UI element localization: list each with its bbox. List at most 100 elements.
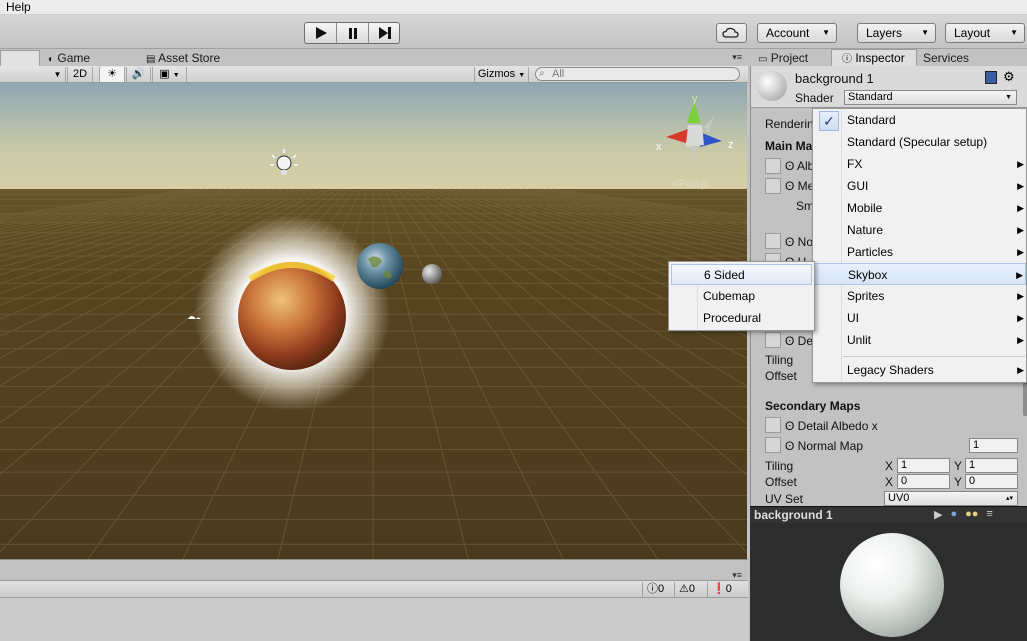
offset-x-field[interactable]: 0 (897, 474, 950, 489)
pause-button[interactable] (337, 23, 369, 43)
message-count-toggle[interactable]: ❗0 (707, 582, 741, 597)
rendering-mode-label: Renderin (765, 117, 814, 131)
detail-albedo-slot[interactable] (765, 417, 781, 433)
menu-item-label: Legacy Shaders (847, 363, 934, 377)
sphere-icon[interactable]: ● (950, 508, 957, 522)
play-icon[interactable]: ▶ (934, 508, 942, 522)
tab-inspector[interactable]: ⓘ Inspector (831, 49, 917, 66)
tiling-x-field[interactable]: 1 (897, 458, 950, 473)
detail-mask-slot[interactable] (765, 332, 781, 348)
menu-help[interactable]: Help (6, 0, 31, 14)
tab-scene[interactable] (0, 50, 40, 66)
scene-canvas: y x z <Persp (0, 83, 747, 559)
gear-icon[interactable]: ⚙ (1003, 69, 1015, 85)
error-icon: ❗ (712, 583, 726, 595)
skybox-item-6-sided[interactable]: 6 Sided (671, 264, 812, 285)
toggle-2d-button[interactable]: 2D (67, 67, 93, 82)
step-icon (379, 27, 391, 39)
play-icon (316, 27, 327, 39)
normal-map-slot[interactable] (765, 437, 781, 453)
chevron-down-icon: ▼ (822, 28, 830, 37)
menu-item-label: GUI (847, 179, 869, 193)
step-button[interactable] (369, 23, 401, 43)
effects-dropdown[interactable]: ▣ ▼ (152, 67, 187, 82)
normal-map-scale-field[interactable]: 1 (969, 438, 1018, 453)
cloud-button[interactable] (716, 23, 747, 43)
material-preview[interactable] (750, 523, 1027, 641)
metallic-texture-slot[interactable] (765, 178, 781, 194)
warning-count: 0 (688, 583, 695, 595)
shader-menu-item-nature[interactable]: Nature ▶ (813, 219, 1026, 241)
store-icon: ▤ (146, 54, 156, 65)
shader-menu-item-sprites[interactable]: Sprites ▶ (813, 285, 1026, 307)
shader-value: Standard (848, 91, 893, 103)
submenu-item-label: Cubemap (703, 289, 756, 303)
layout-label: Layout (954, 26, 991, 40)
toggle-2d-label: 2D (72, 68, 88, 80)
albedo-texture-slot[interactable] (765, 158, 781, 174)
play-button[interactable] (305, 23, 337, 43)
message-count: 0 (658, 583, 665, 595)
layout-dropdown[interactable]: Layout ▼ (945, 23, 1025, 43)
chevron-updown-icon: ▴▾ (1005, 495, 1013, 502)
gizmos-label: Gizmos (477, 68, 516, 80)
tab-project[interactable]: ▭ Project (758, 50, 808, 66)
shader-menu-item-mobile[interactable]: Mobile ▶ (813, 197, 1026, 219)
shader-menu-item-skybox[interactable]: Skybox ▶ (813, 263, 1026, 285)
book-icon[interactable] (985, 71, 997, 84)
skybox-submenu: 6 Sided Cubemap Procedural (668, 261, 815, 331)
chevron-down-icon: ▼ (1005, 94, 1012, 101)
skybox-item-cubemap[interactable]: Cubemap (671, 286, 812, 307)
chevron-right-icon: ▶ (1017, 203, 1024, 213)
image-icon: ▣ (159, 68, 170, 80)
console-body (0, 598, 748, 641)
persp-label[interactable]: <Persp (672, 178, 707, 190)
shader-menu-item-gui[interactable]: GUI ▶ (813, 175, 1026, 197)
lighting-toggle[interactable]: ☀ (99, 67, 125, 82)
offset-x-value: 0 (901, 475, 908, 487)
panel-menu-icon[interactable]: ≡ (986, 508, 992, 522)
warning-count-toggle[interactable]: ⚠0 (674, 582, 706, 597)
panel-menu-icon[interactable]: ▾≡ (732, 52, 742, 63)
menu-item-label: FX (847, 157, 863, 171)
lights-icon[interactable]: ●● (965, 508, 978, 522)
audio-toggle[interactable]: 🔊 (126, 67, 151, 82)
preview-controls: ▶ ● ●● ≡ (934, 508, 1026, 522)
error-count: 0 (725, 583, 732, 595)
shader-menu-item-legacy-shaders[interactable]: Legacy Shaders ▶ (813, 359, 1026, 381)
menu-item-label: Skybox (848, 268, 888, 282)
menu-item-label: Standard (847, 113, 896, 127)
shader-menu-item-standard[interactable]: Standard (813, 109, 1026, 131)
scene-view[interactable]: y x z <Persp (0, 83, 747, 559)
shading-mode-dropdown[interactable]: ▼ (50, 67, 66, 82)
scene-search-input[interactable]: ⌕ All (535, 67, 740, 81)
shader-dropdown[interactable]: Standard ▼ (844, 90, 1017, 105)
shader-menu-item-unlit[interactable]: Unlit ▶ (813, 329, 1026, 351)
tab-asset-store[interactable]: ▤ Asset Store (146, 50, 220, 66)
offset-y-field[interactable]: 0 (965, 474, 1018, 489)
skybox-item-procedural[interactable]: Procedural (671, 308, 812, 329)
preview-title: background 1 (754, 508, 833, 522)
console-toolbar: ⓘ0 ⚠0 ❗0 (0, 580, 748, 598)
tab-services[interactable]: Services (923, 50, 969, 66)
submenu-item-label: Procedural (703, 311, 762, 325)
normal-texture-slot[interactable] (765, 233, 781, 249)
layers-dropdown[interactable]: Layers ▼ (857, 23, 936, 43)
account-dropdown[interactable]: Account ▼ (757, 23, 837, 43)
shader-menu-item-standard-specular-setup[interactable]: Standard (Specular setup) (813, 131, 1026, 153)
shader-menu-item-fx[interactable]: FX ▶ (813, 153, 1026, 175)
chevron-right-icon: ▶ (1017, 159, 1024, 169)
tiling-y-field[interactable]: 1 (965, 458, 1018, 473)
chevron-down-icon: ▼ (1010, 28, 1018, 37)
warning-icon: ⚠ (679, 583, 689, 595)
shader-menu-item-particles[interactable]: Particles ▶ (813, 241, 1026, 263)
gizmos-dropdown[interactable]: Gizmos ▼ (474, 67, 529, 82)
uv-set-dropdown[interactable]: UV0 ▴▾ (884, 491, 1018, 506)
shader-menu-item-ui[interactable]: UI ▶ (813, 307, 1026, 329)
albedo-label: ʘ Alb (785, 159, 815, 173)
scene-toolbar: ▼ 2D ☀ 🔊 ▣ ▼ Gizmos ▼ ⌕ All (0, 66, 748, 83)
chevron-right-icon: ▶ (1017, 225, 1024, 235)
offset-x-label: X (885, 475, 894, 489)
tab-game[interactable]: ◐ Game (48, 50, 90, 66)
error-count-toggle[interactable]: ⓘ0 (642, 582, 673, 597)
